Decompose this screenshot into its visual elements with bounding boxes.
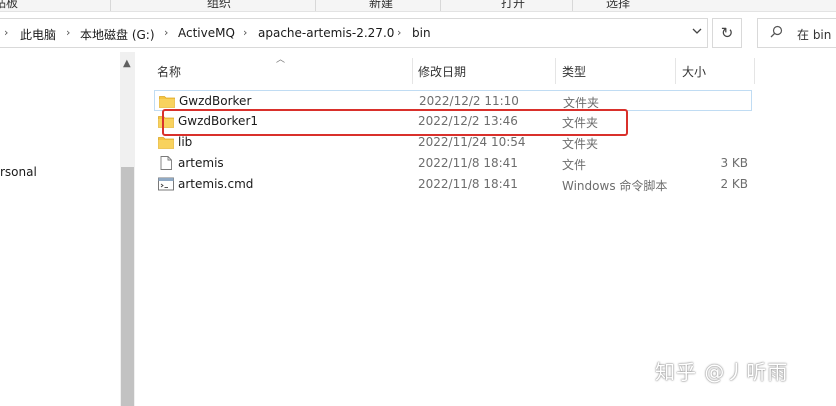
nav-item-personal[interactable]: rsonal: [0, 165, 37, 179]
file-row[interactable]: lib 2022/11/24 10:54 文件夹: [154, 132, 754, 153]
breadcrumb-separator[interactable]: ›: [4, 26, 8, 39]
column-divider[interactable]: [555, 58, 556, 84]
file-name: GwzdBorker1: [178, 114, 259, 128]
scrollbar-thumb[interactable]: [121, 167, 134, 406]
file-size: 2 KB: [720, 177, 748, 191]
file-row[interactable]: GwzdBorker1 2022/12/2 13:46 文件夹: [154, 111, 754, 132]
breadcrumb-separator[interactable]: ›: [164, 26, 168, 39]
ribbon: 贴板 组织 新建 打开 选择: [0, 0, 836, 12]
breadcrumb-bin[interactable]: bin: [412, 26, 431, 40]
ribbon-group-new[interactable]: 新建: [369, 0, 393, 11]
refresh-button[interactable]: ↻: [712, 18, 742, 48]
ribbon-divider: [315, 0, 316, 11]
breadcrumb-activemq[interactable]: ActiveMQ: [178, 26, 235, 40]
file-name: GwzdBorker: [179, 94, 252, 108]
search-input[interactable]: 在 bin: [797, 26, 831, 43]
file-row[interactable]: artemis 2022/11/8 18:41 文件 3 KB: [154, 153, 754, 174]
nav-scrollbar[interactable]: ▲: [120, 52, 135, 406]
breadcrumb-local-disk[interactable]: 本地磁盘 (G:): [80, 26, 155, 43]
ribbon-group-select[interactable]: 选择: [606, 0, 630, 11]
ribbon-group-clipboard[interactable]: 贴板: [0, 0, 18, 11]
ribbon-divider: [110, 0, 111, 11]
file-name: artemis: [178, 156, 224, 170]
column-divider[interactable]: [412, 58, 413, 84]
search-box[interactable]: 在 bin: [757, 18, 836, 48]
file-name: lib: [178, 135, 193, 149]
ribbon-group-organize[interactable]: 组织: [207, 0, 231, 11]
refresh-icon: ↻: [720, 24, 734, 42]
ribbon-group-open[interactable]: 打开: [501, 0, 525, 11]
folder-icon: [158, 116, 174, 128]
breadcrumb-apache-artemis[interactable]: apache-artemis-2.27.0: [258, 26, 394, 40]
file-icon: [160, 156, 172, 170]
breadcrumb-separator[interactable]: ›: [397, 26, 401, 39]
file-modified: 2022/11/8 18:41: [418, 177, 518, 191]
breadcrumb-separator[interactable]: ›: [243, 26, 247, 39]
column-header-size[interactable]: 大小: [682, 63, 706, 80]
scroll-up-icon[interactable]: ▲: [123, 58, 131, 69]
breadcrumb-separator[interactable]: ›: [66, 26, 70, 39]
file-modified: 2022/11/8 18:41: [418, 156, 518, 170]
column-divider[interactable]: [754, 58, 755, 84]
file-type: Windows 命令脚本: [562, 179, 668, 193]
breadcrumb-this-pc[interactable]: 此电脑: [20, 26, 56, 43]
sort-caret-icon: ︿: [276, 55, 286, 65]
file-row[interactable]: artemis.cmd 2022/11/8 18:41 Windows 命令脚本…: [154, 174, 754, 195]
file-type: 文件: [562, 158, 587, 172]
file-name: artemis.cmd: [178, 177, 254, 191]
ribbon-divider: [440, 0, 441, 11]
column-header-name[interactable]: 名称: [157, 63, 181, 80]
folder-icon: [159, 96, 175, 108]
file-size: 3 KB: [720, 156, 748, 170]
file-modified: 2022/11/24 10:54: [418, 135, 526, 149]
column-header-type[interactable]: 类型: [562, 63, 586, 80]
search-icon: [770, 25, 783, 42]
column-divider[interactable]: [675, 58, 676, 84]
address-bar[interactable]: › 此电脑 › 本地磁盘 (G:) › ActiveMQ › apache-ar…: [0, 18, 708, 48]
chevron-down-icon[interactable]: [691, 25, 703, 40]
ribbon-divider: [572, 0, 573, 11]
file-modified: 2022/12/2 11:10: [419, 94, 519, 108]
column-header-modified[interactable]: 修改日期: [418, 63, 466, 80]
file-row[interactable]: GwzdBorker 2022/12/2 11:10 文件夹: [154, 90, 752, 111]
script-file-icon: [158, 177, 174, 191]
file-type: 文件夹: [562, 137, 599, 151]
navigation-pane: rsonal: [0, 52, 120, 406]
file-type: 文件夹: [563, 96, 600, 110]
watermark: 知乎 @丿听雨: [655, 360, 789, 384]
file-type: 文件夹: [562, 116, 599, 130]
file-modified: 2022/12/2 13:46: [418, 114, 518, 128]
folder-icon: [158, 137, 174, 149]
